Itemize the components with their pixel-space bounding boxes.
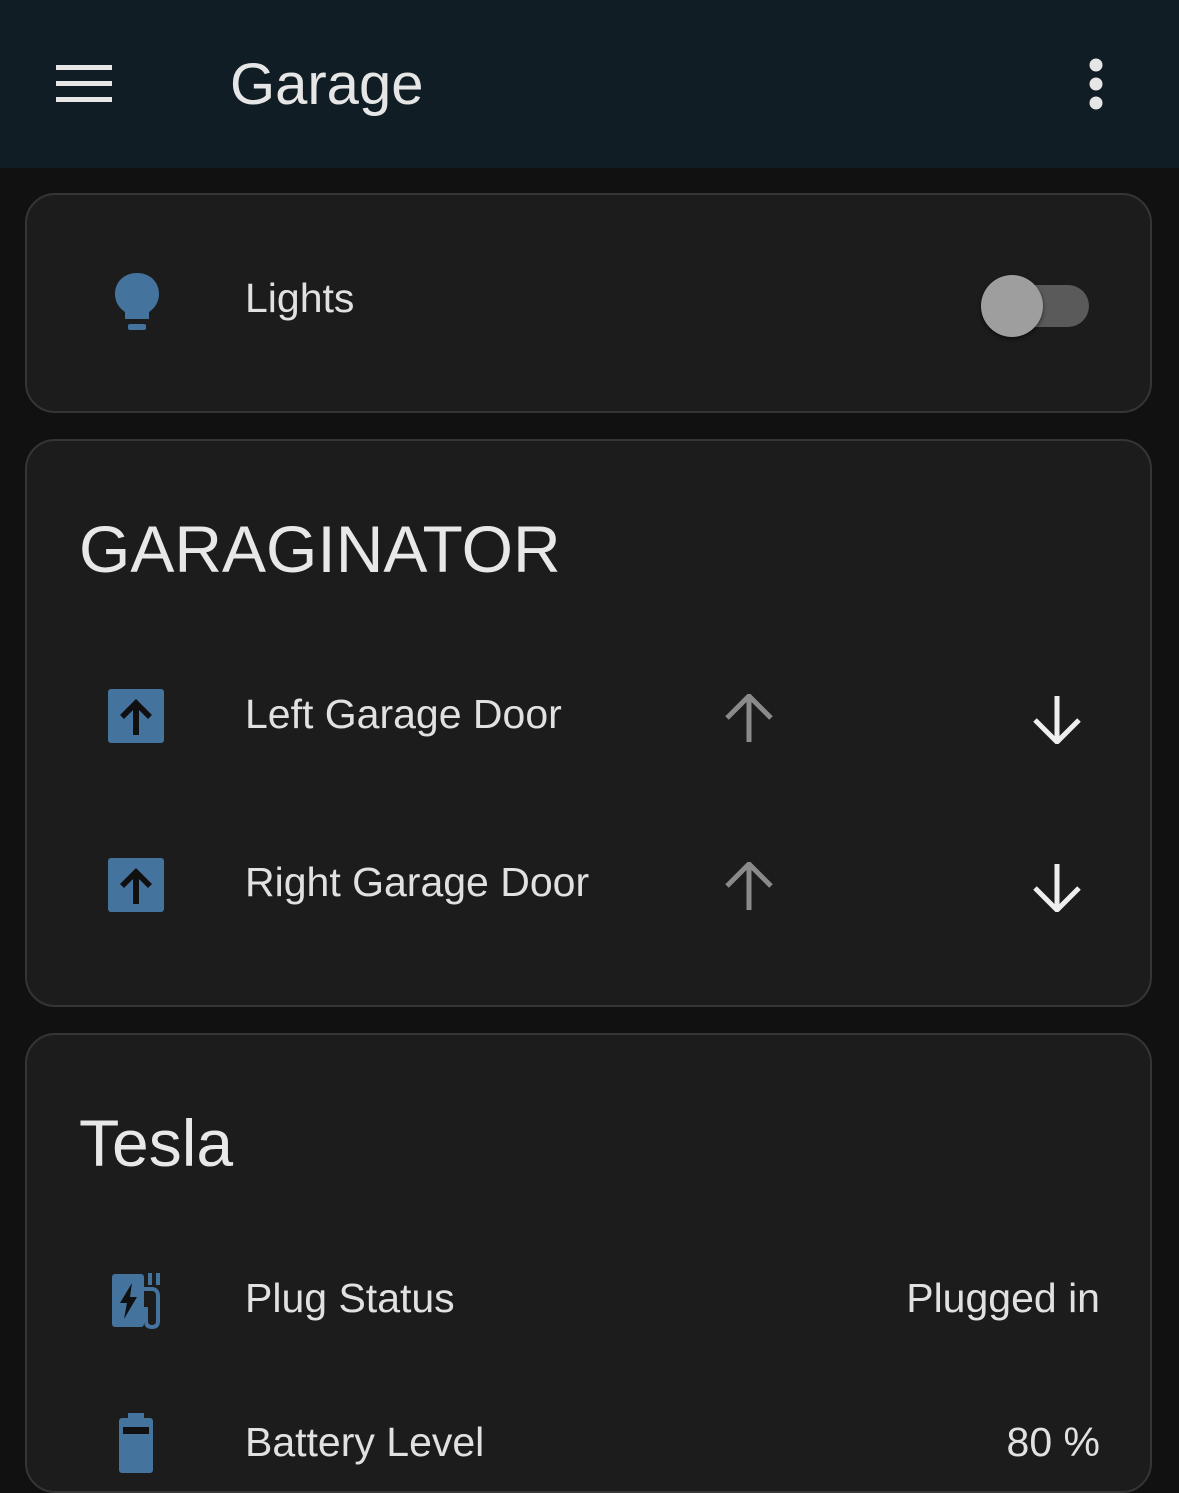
- lights-card: Lights: [25, 193, 1152, 413]
- lightbulb-icon[interactable]: [107, 273, 167, 333]
- plug-status-label: Plug Status: [245, 1275, 455, 1321]
- door-label: Left Garage Door: [245, 691, 562, 737]
- tesla-card: Tesla Plug Status Plugged in Battery Lev…: [25, 1033, 1152, 1493]
- battery-icon[interactable]: [117, 1413, 155, 1473]
- toggle-thumb: [981, 275, 1043, 337]
- lights-toggle[interactable]: [981, 275, 1091, 337]
- page-title: Garage: [230, 52, 424, 117]
- battery-level-value: 80 %: [1006, 1419, 1100, 1465]
- battery-level-label: Battery Level: [245, 1419, 485, 1465]
- garage-door-open-icon[interactable]: [108, 858, 164, 914]
- arrow-up-icon[interactable]: [709, 847, 789, 927]
- card-title: Tesla: [79, 1106, 234, 1180]
- app-toolbar: Garage: [0, 0, 1179, 168]
- door-label: Right Garage Door: [245, 859, 590, 905]
- arrow-up-icon[interactable]: [709, 679, 789, 759]
- plug-status-value: Plugged in: [906, 1275, 1100, 1321]
- more-vertical-icon[interactable]: [1060, 44, 1132, 124]
- garage-door-open-icon[interactable]: [108, 689, 164, 745]
- hamburger-menu-icon[interactable]: [40, 48, 128, 120]
- lights-label: Lights: [245, 275, 355, 321]
- arrow-down-icon[interactable]: [1017, 679, 1097, 759]
- ev-station-icon[interactable]: [109, 1271, 165, 1329]
- arrow-down-icon[interactable]: [1017, 847, 1097, 927]
- garaginator-card: GARAGINATOR Left Garage Door Right Garag…: [25, 439, 1152, 1007]
- card-title: GARAGINATOR: [79, 512, 561, 586]
